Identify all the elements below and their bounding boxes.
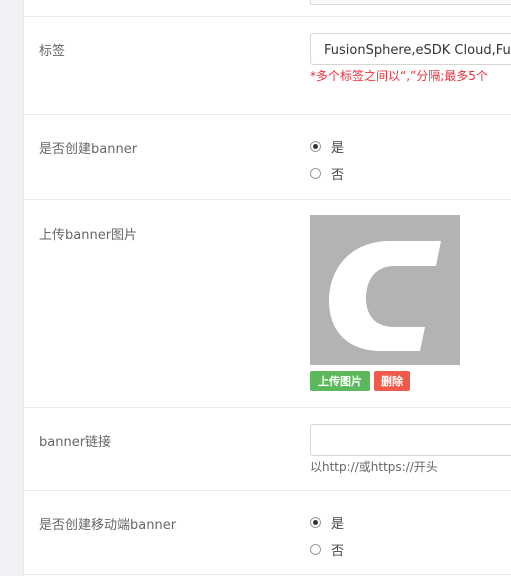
previous-field-input[interactable] [310,0,511,5]
create-mobile-banner-label: 是否创建移动端banner [39,518,177,533]
divider [24,574,511,575]
banner-link-hint: 以http://或https://开头 [310,460,438,474]
create-mobile-banner-option-yes[interactable]: 是 [310,514,345,532]
radio-label-yes: 是 [331,516,345,532]
divider [24,114,511,115]
create-mobile-banner-option-no[interactable]: 否 [310,541,345,559]
upload-image-button[interactable]: 上传图片 [310,371,370,391]
radio-label-no: 否 [331,543,345,559]
banner-link-label: banner链接 [39,435,112,450]
radio-unchecked-icon[interactable] [310,543,321,555]
delete-image-button[interactable]: 删除 [374,371,410,391]
radio-checked-icon[interactable] [310,140,321,152]
tags-hint: *多个标签之间以“,”分隔;最多5个 [310,69,488,83]
radio-unchecked-icon[interactable] [310,167,321,179]
create-banner-option-yes[interactable]: 是 [310,138,345,156]
upload-banner-label: 上传banner图片 [39,228,138,243]
divider [24,490,511,491]
create-banner-label: 是否创建banner [39,142,138,157]
tags-input[interactable]: FusionSphere,eSDK Cloud,Fu [310,33,511,65]
radio-label-no: 否 [331,167,345,183]
create-banner-option-no[interactable]: 否 [310,165,345,183]
c-logo-icon [329,241,441,351]
banner-link-input[interactable] [310,424,511,456]
radio-checked-icon[interactable] [310,516,321,528]
divider [24,16,511,17]
tags-label: 标签 [39,44,66,59]
divider [24,407,511,408]
form-panel: 标签 FusionSphere,eSDK Cloud,Fu *多个标签之间以“,… [23,0,511,576]
banner-image-preview [310,215,460,365]
radio-label-yes: 是 [331,140,345,156]
divider [24,199,511,200]
